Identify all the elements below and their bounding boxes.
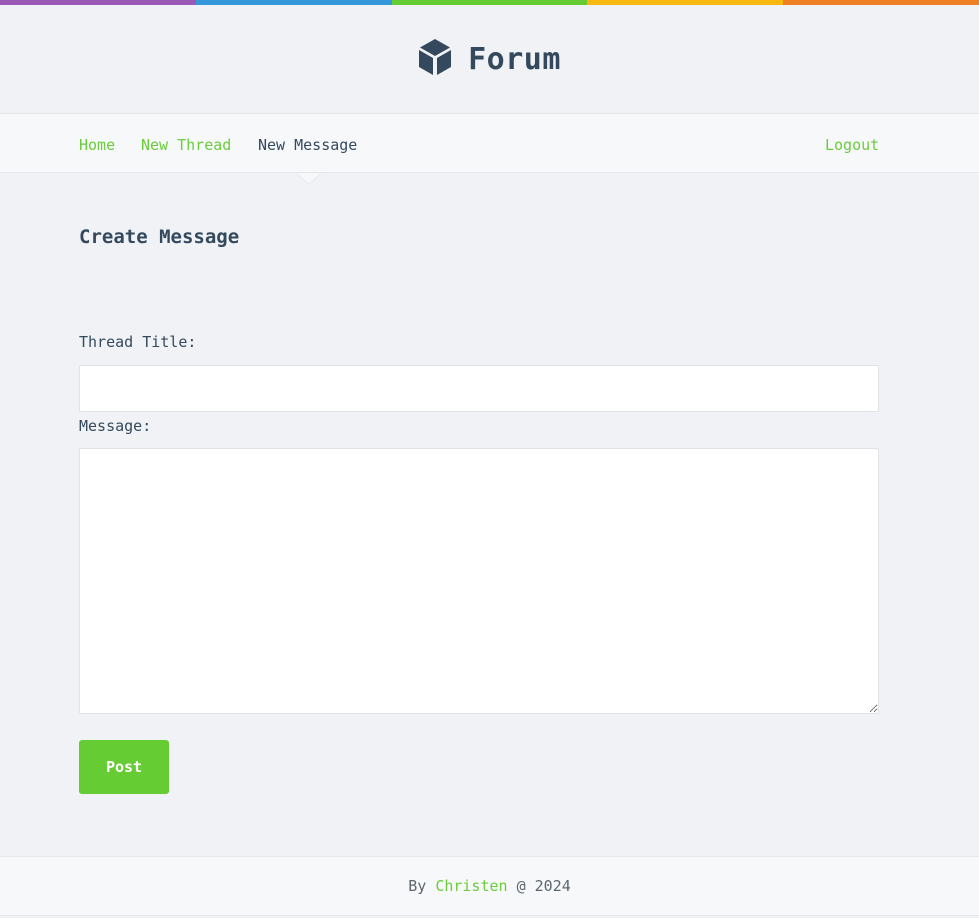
site-brand: Forum: [0, 38, 979, 80]
active-nav-indicator: [297, 173, 321, 184]
page-title: Create Message: [79, 226, 240, 248]
page-footer: By Christen @ 2024: [0, 856, 979, 916]
site-title: Forum: [468, 41, 561, 77]
cube-icon: [418, 38, 452, 80]
thread-title-input[interactable]: [79, 365, 879, 412]
thread-title-label: Thread Title:: [79, 333, 197, 351]
top-color-bar: [0, 0, 979, 5]
footer-author-link[interactable]: Christen: [435, 877, 507, 895]
nav-new-message-link[interactable]: New Message: [258, 136, 357, 154]
footer-prefix: By: [408, 877, 436, 895]
color-bar-segment: [587, 0, 784, 5]
main-navbar: Home New Thread New Message Logout: [0, 113, 979, 185]
post-button[interactable]: Post: [79, 740, 169, 794]
footer-suffix: @ 2024: [507, 877, 571, 895]
nav-home-link[interactable]: Home: [79, 136, 115, 154]
color-bar-segment: [783, 0, 979, 5]
color-bar-segment: [0, 0, 196, 5]
message-label: Message:: [79, 417, 152, 435]
message-textarea[interactable]: [79, 448, 879, 714]
nav-new-thread-link[interactable]: New Thread: [141, 136, 231, 154]
color-bar-segment: [391, 0, 588, 5]
nav-logout-link[interactable]: Logout: [825, 136, 879, 154]
color-bar-segment: [195, 0, 392, 5]
